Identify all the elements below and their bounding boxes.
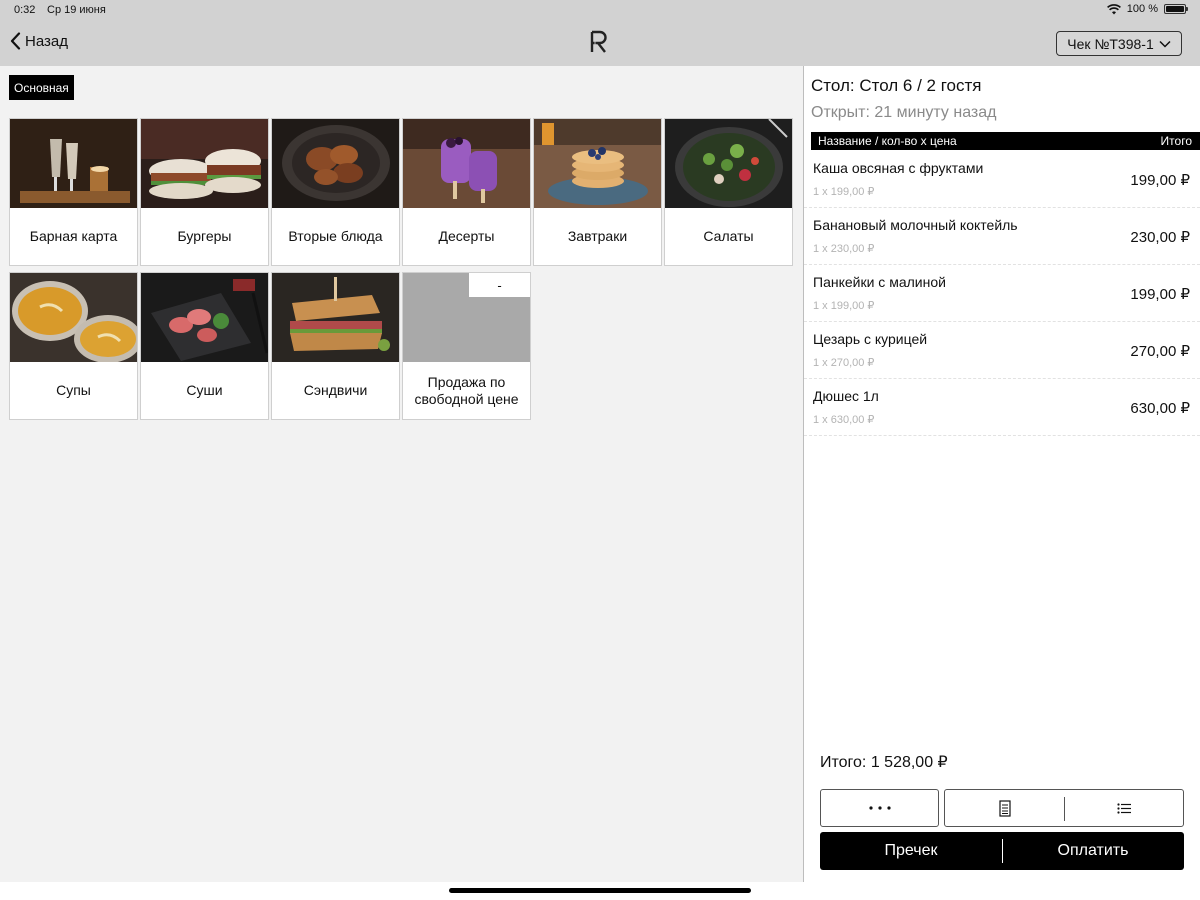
receipt-actions-group (944, 789, 1184, 827)
order-item[interactable]: Панкейки с малиной 1 x 199,00 ₽ 199,00 ₽ (804, 265, 1200, 322)
category-tile-burgers[interactable]: Бургеры (140, 118, 269, 266)
more-actions-button[interactable] (820, 789, 939, 827)
category-tile-desserts[interactable]: Десерты (402, 118, 531, 266)
tab-main-menu[interactable]: Основная (9, 75, 74, 100)
order-item[interactable]: Дюшес 1л 1 x 630,00 ₽ 630,00 ₽ (804, 379, 1200, 436)
opened-time: Открыт: 21 минуту назад (811, 104, 997, 121)
header-name-column: Название / кол-во x цена (818, 134, 957, 148)
item-total: 270,00 ₽ (1130, 343, 1190, 360)
item-name: Банановый молочный коктейль (813, 217, 1018, 233)
pay-button[interactable]: Оплатить (1002, 832, 1184, 870)
category-tile-sushi[interactable]: Суши (140, 272, 269, 420)
status-indicators: 100 % (1106, 3, 1188, 15)
category-label: Супы (56, 382, 91, 398)
item-name: Дюшес 1л (813, 388, 879, 404)
order-item[interactable]: Банановый молочный коктейль 1 x 230,00 ₽… (804, 208, 1200, 265)
more-dots-icon (868, 806, 891, 810)
category-label: Барная карта (29, 228, 118, 244)
burgers-photo (141, 119, 268, 208)
order-panel: Стол: Стол 6 / 2 гостя Открыт: 21 минуту… (804, 66, 1200, 882)
category-tile-main-dishes[interactable]: Вторые блюда (271, 118, 400, 266)
category-label: Продажа по свободной цене (414, 373, 519, 407)
category-label: Сэндвичи (303, 382, 368, 398)
wifi-icon (1106, 3, 1121, 14)
item-qty-price: 1 x 199,00 ₽ (813, 300, 875, 312)
category-tile-bar[interactable]: Барная карта (9, 118, 138, 266)
top-bar: 0:32 Ср 19 июня 100 % Назад Чек №T398-1 (0, 0, 1200, 66)
item-total: 630,00 ₽ (1130, 400, 1190, 417)
item-total: 199,00 ₽ (1130, 286, 1190, 303)
list-icon (1116, 802, 1131, 814)
order-item[interactable]: Цезарь с курицей 1 x 270,00 ₽ 270,00 ₽ (804, 322, 1200, 379)
R-logo-icon (590, 30, 607, 53)
pancakes-photo (534, 119, 661, 208)
salad-photo (665, 119, 792, 208)
check-selector[interactable]: Чек №T398-1 (1056, 31, 1182, 56)
main-dish-photo (272, 119, 399, 208)
sandwich-photo (272, 273, 399, 362)
order-item[interactable]: Каша овсяная с фруктами 1 x 199,00 ₽ 199… (804, 151, 1200, 208)
menu-area: Основная Барная карта Бургеры Вторые блю… (0, 66, 803, 882)
button-separator (1002, 839, 1003, 863)
list-button[interactable] (1064, 790, 1183, 826)
cocktails-photo (10, 119, 137, 208)
item-total: 199,00 ₽ (1130, 172, 1190, 189)
receipt-button[interactable] (945, 790, 1064, 826)
category-label: Бургеры (177, 228, 232, 244)
item-name: Цезарь с курицей (813, 331, 928, 347)
payment-actions-group: Пречек Оплатить (820, 832, 1184, 870)
item-qty-price: 1 x 230,00 ₽ (813, 243, 875, 255)
back-button[interactable]: Назад (10, 32, 68, 50)
item-qty-price: 1 x 199,00 ₽ (813, 186, 875, 198)
category-label: Десерты (438, 228, 495, 244)
battery-percent: 100 % (1126, 3, 1158, 15)
category-tile-sandwiches[interactable]: Сэндвичи (271, 272, 400, 420)
status-date: Ср 19 июня (47, 4, 106, 16)
category-label: Суши (186, 382, 223, 398)
category-tile-free-price[interactable]: - Продажа по свободной цене (402, 272, 531, 420)
home-indicator[interactable] (449, 888, 751, 893)
check-number: Чек №T398-1 (1067, 35, 1154, 52)
item-name: Каша овсяная с фруктами (813, 160, 984, 176)
category-tile-soups[interactable]: Супы (9, 272, 138, 420)
chevron-left-icon (10, 32, 21, 50)
precheck-button[interactable]: Пречек (820, 832, 1002, 870)
category-label: Вторые блюда (288, 228, 383, 244)
category-label: Завтраки (567, 228, 628, 244)
item-qty-price: 1 x 270,00 ₽ (813, 357, 875, 369)
header-total-column: Итого (1160, 134, 1192, 148)
battery-icon (1164, 4, 1188, 14)
item-qty-price: 1 x 630,00 ₽ (813, 414, 875, 426)
receipt-icon (998, 799, 1011, 817)
table-title: Стол: Стол 6 / 2 гостя (811, 76, 982, 95)
tile-badge: - (469, 273, 530, 297)
category-tile-salads[interactable]: Салаты (664, 118, 793, 266)
sushi-photo (141, 273, 268, 362)
item-name: Панкейки с малиной (813, 274, 946, 290)
order-total: Итого: 1 528,00 ₽ (820, 754, 948, 771)
dessert-photo (403, 119, 530, 208)
category-tile-breakfast[interactable]: Завтраки (533, 118, 662, 266)
button-separator (1064, 797, 1065, 821)
soup-photo (10, 273, 137, 362)
status-time: 0:32 (14, 4, 36, 16)
item-total: 230,00 ₽ (1130, 229, 1190, 246)
back-label: Назад (25, 32, 68, 50)
chevron-down-icon (1159, 40, 1171, 48)
category-label: Салаты (703, 228, 754, 244)
order-table-header: Название / кол-во x цена Итого (811, 132, 1200, 150)
